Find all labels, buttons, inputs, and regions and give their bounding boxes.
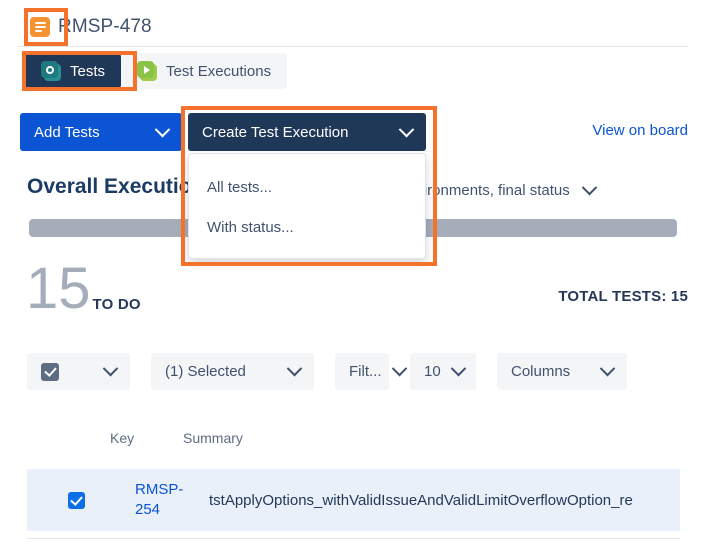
table-toolbar: (1) Selected Filt... 10 Columns — [27, 353, 627, 390]
todo-count-block: 15 TO DO — [26, 256, 141, 321]
chevron-down-icon — [581, 179, 598, 196]
tab-test-executions-label: Test Executions — [166, 62, 272, 80]
header-divider — [18, 46, 688, 47]
breadcrumb-issue-key[interactable]: RMSP-478 — [58, 16, 152, 38]
todo-count-label: TO DO — [92, 296, 141, 313]
chevron-down-icon — [391, 360, 407, 377]
row-checkbox[interactable] — [68, 491, 85, 509]
environment-status-select[interactable]: Environments, final status — [398, 179, 598, 199]
view-on-board-link[interactable]: View on board — [592, 122, 688, 139]
chevron-down-icon — [286, 360, 303, 377]
table-header: Key Summary — [0, 420, 706, 456]
create-test-execution-menu[interactable]: All tests... With status... — [188, 153, 426, 259]
row-key-link[interactable]: RMSP-254 — [135, 480, 191, 520]
columns-label: Columns — [511, 363, 571, 380]
tab-tests-label: Tests — [70, 62, 106, 80]
tests-icon — [41, 61, 61, 81]
rows-per-page-value: 10 — [424, 363, 441, 380]
chevron-down-icon — [450, 360, 466, 377]
row-summary: tstApplyOptions_withValidIssueAndValidLi… — [209, 491, 633, 509]
chevron-down-icon — [398, 121, 415, 137]
select-all-dropdown[interactable] — [27, 353, 130, 390]
create-test-execution-button[interactable]: Create Test Execution — [188, 113, 426, 151]
table-row[interactable]: RMSP-254 tstApplyOptions_withValidIssueA… — [27, 469, 680, 531]
filter-dropdown[interactable]: Filt... — [335, 353, 407, 390]
chevron-down-icon — [102, 360, 119, 377]
tab-tests[interactable]: Tests — [25, 53, 122, 89]
selected-count-dropdown[interactable]: (1) Selected — [151, 353, 314, 390]
breadcrumb[interactable]: RMSP-478 — [30, 16, 152, 38]
chevron-down-icon — [154, 121, 171, 137]
column-header-key[interactable]: Key — [110, 430, 134, 446]
add-tests-button[interactable]: Add Tests — [20, 113, 182, 151]
menu-item-with-status[interactable]: With status... — [189, 207, 425, 247]
chevron-down-icon — [599, 360, 616, 377]
selected-count-label: (1) Selected — [165, 363, 246, 380]
create-test-execution-label: Create Test Execution — [202, 123, 349, 141]
tab-test-executions[interactable]: Test Executions — [121, 53, 287, 89]
rows-per-page-dropdown[interactable]: 10 — [410, 353, 476, 390]
column-header-summary[interactable]: Summary — [183, 430, 243, 446]
columns-dropdown[interactable]: Columns — [497, 353, 627, 390]
checkbox-icon[interactable] — [41, 362, 59, 381]
table-row-divider — [27, 538, 680, 539]
play-icon — [137, 61, 158, 81]
xray-tests-panel: RMSP-478 Tests Test Executions Add Tests… — [0, 0, 706, 551]
todo-count-value: 15 — [26, 256, 91, 321]
menu-item-all-tests[interactable]: All tests... — [189, 167, 425, 207]
tab-bar: Tests Test Executions — [25, 53, 288, 89]
add-tests-label: Add Tests — [34, 123, 100, 141]
story-icon — [30, 17, 50, 37]
total-tests-label: TOTAL TESTS: 15 — [558, 288, 688, 305]
filter-label: Filt... — [349, 363, 382, 380]
